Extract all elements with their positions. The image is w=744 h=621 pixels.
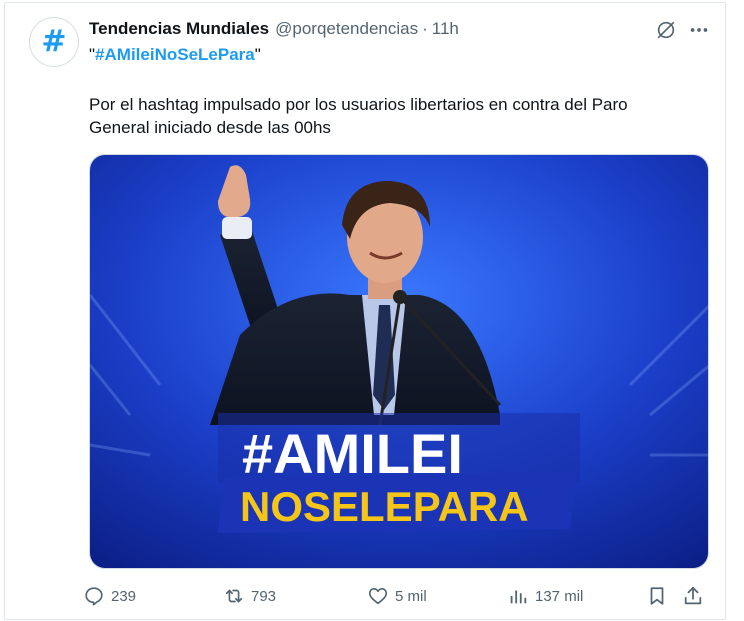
bookmark-button[interactable] <box>646 583 668 609</box>
overlay-line2: NOSELEPARA <box>240 483 529 530</box>
views-count: 137 mil <box>535 587 584 605</box>
author-name[interactable]: Tendencias Mundiales <box>89 19 269 39</box>
retweet-button[interactable]: 793 <box>223 583 276 609</box>
tweet-time[interactable]: 11h <box>432 19 459 39</box>
retweet-count: 793 <box>251 587 277 605</box>
hashtag-link[interactable]: #AMileiNoSeLePara <box>95 45 255 64</box>
avatar[interactable]: # <box>29 17 79 67</box>
like-button[interactable]: 5 mil <box>367 583 427 609</box>
reply-button[interactable]: 239 <box>83 583 136 609</box>
tweet-image[interactable]: #AMILEI NOSELEPARA <box>89 154 709 569</box>
quote-close: " <box>254 45 261 64</box>
separator-dot: · <box>422 19 428 38</box>
author-handle[interactable]: @porqetendencias <box>275 19 418 39</box>
grok-icon[interactable] <box>655 19 677 41</box>
heart-icon <box>368 588 388 605</box>
share-icon <box>684 586 702 605</box>
like-count: 5 mil <box>395 587 427 605</box>
hashtag-icon: # <box>41 24 67 59</box>
views-button[interactable]: 137 mil <box>507 583 583 609</box>
more-icon[interactable] <box>688 19 710 41</box>
tweet-text: Por el hashtag impulsado por los usuario… <box>89 95 628 137</box>
bookmark-icon <box>650 587 664 605</box>
hashtag-line: "#AMileiNoSeLePara" <box>89 45 261 65</box>
tweet-card[interactable]: # Tendencias Mundiales @porqetendencias … <box>4 2 726 620</box>
retweet-icon <box>225 589 243 603</box>
share-button[interactable] <box>682 583 704 609</box>
image-canvas: #AMILEI NOSELEPARA <box>90 155 708 568</box>
reply-count: 239 <box>111 587 137 605</box>
reply-icon <box>85 587 103 606</box>
views-icon <box>510 590 527 604</box>
tweet-header: Tendencias Mundiales @porqetendencias · … <box>89 19 459 39</box>
